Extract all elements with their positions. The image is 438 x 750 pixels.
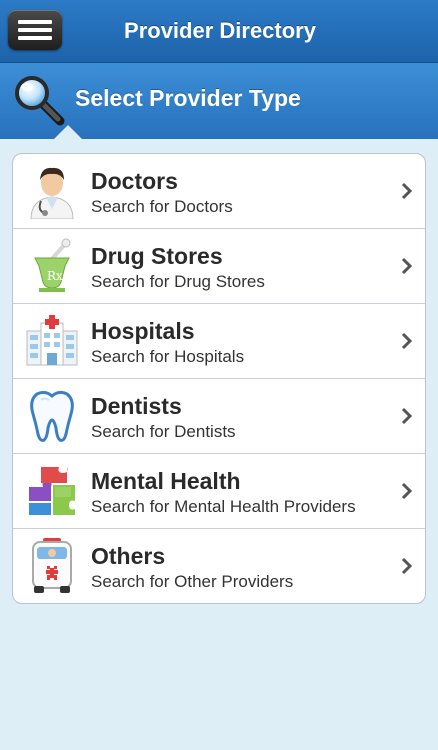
list-item-mental-health[interactable]: Mental Health Search for Mental Health P… [13, 454, 425, 529]
tooth-icon [25, 388, 79, 444]
navigation-bar: Provider Directory [0, 0, 438, 63]
list-item-subtitle: Search for Mental Health Providers [91, 497, 356, 516]
header-title: Select Provider Type [75, 85, 301, 111]
hospital-building-icon [25, 313, 79, 369]
list-item-label: Drug Stores [91, 243, 223, 269]
list-item-subtitle: Search for Hospitals [91, 347, 245, 366]
pharmacy-mortar-icon: Rx [25, 238, 79, 294]
list-item-label: Others [91, 543, 166, 569]
list-item-drug-stores[interactable]: Rx Drug Stores Search for Drug Stores [13, 229, 425, 304]
chevron-right-icon [401, 182, 413, 200]
page-title: Provider Directory [124, 18, 316, 43]
list-item-subtitle: Search for Other Providers [91, 572, 294, 591]
header-pointer [54, 125, 82, 139]
list-item-subtitle: Search for Drug Stores [91, 272, 265, 291]
list-item-hospitals[interactable]: Hospitals Search for Hospitals [13, 304, 425, 379]
svg-text:Rx: Rx [47, 269, 63, 283]
list-item-label: Dentists [91, 393, 182, 419]
puzzle-pieces-icon [25, 463, 79, 519]
list-item-subtitle: Search for Doctors [91, 197, 233, 216]
list-item-doctors[interactable]: Doctors Search for Doctors [13, 154, 425, 229]
doctor-icon [25, 163, 79, 220]
list-item-dentists[interactable]: Dentists Search for Dentists [13, 379, 425, 454]
list-item-label: Mental Health [91, 468, 241, 494]
chevron-right-icon [401, 482, 413, 500]
chevron-right-icon [401, 257, 413, 275]
list-item-subtitle: Search for Dentists [91, 422, 236, 441]
ambulance-icon [25, 538, 79, 594]
chevron-right-icon [401, 557, 413, 575]
chevron-right-icon [401, 407, 413, 425]
list-item-label: Hospitals [91, 318, 195, 344]
list-item-label: Doctors [91, 168, 178, 194]
list-item-others[interactable]: Others Search for Other Providers [13, 529, 425, 603]
provider-type-list: Doctors Search for Doctors Rx Drug Store… [12, 153, 426, 604]
chevron-right-icon [401, 332, 413, 350]
magnifier-search-icon [12, 73, 68, 129]
